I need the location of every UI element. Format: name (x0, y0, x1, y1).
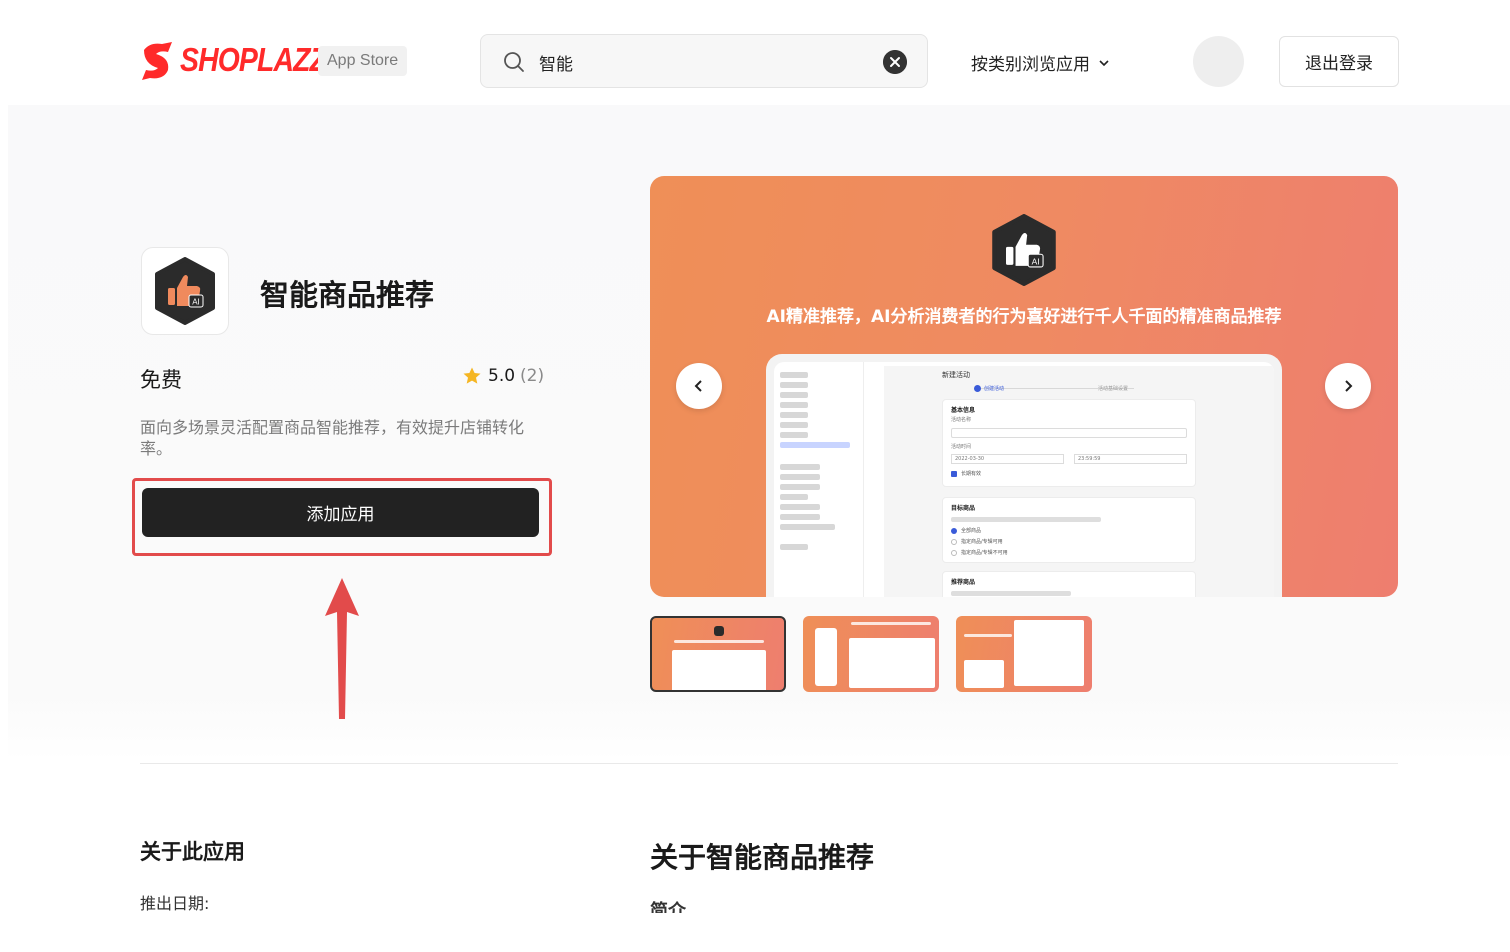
mock-field-time: 活动时间 (951, 444, 972, 450)
rating-count: (2) (520, 366, 545, 386)
add-app-button[interactable]: 添加应用 (142, 488, 539, 537)
chevron-left-icon (694, 380, 702, 392)
browse-categories-label: 按类别浏览应用 (971, 55, 1090, 75)
mock-date-value: 2022-03-30 (951, 454, 1064, 464)
star-icon (463, 367, 481, 384)
mock-radio-1: 全部商品 (961, 528, 982, 534)
carousel-thumbnail-3[interactable] (956, 616, 1092, 692)
browse-categories-dropdown[interactable]: 按类别浏览应用 (971, 50, 1110, 75)
thumbs-up-ai-icon: AI (992, 214, 1056, 286)
app-rating[interactable]: 5.0 (2) (462, 366, 544, 386)
carousel-next-button[interactable] (1325, 363, 1371, 409)
mock-card-basic: 基本信息 活动名称 活动时间 2022-03-30 23:59:59 长期有效 (942, 399, 1196, 487)
mock-step-2: 活动基础设置 (1098, 386, 1129, 392)
banner-caption: AI精准推荐，AI分析消费者的行为喜好进行千人千面的精准商品推荐 (766, 307, 1282, 327)
mock-field-name: 活动名称 (951, 417, 972, 423)
admin-mockup: 新建活动 创建活动 活动基础设置 基本信息 活动名称 活动时间 2022-03-… (766, 354, 1282, 597)
clear-search-icon[interactable] (883, 50, 907, 74)
mock-card-target: 目标商品 全部商品 指定商品/专辑可用 指定商品/专辑不可用 (942, 497, 1196, 563)
annotation-arrow-icon (325, 578, 359, 719)
mock-sidebar (774, 362, 864, 597)
mock-radio-3: 指定商品/专辑不可用 (961, 550, 1008, 556)
search-bar[interactable] (480, 34, 928, 88)
carousel-thumbnail-2[interactable] (803, 616, 939, 692)
thumbs-up-ai-icon: AI (155, 257, 215, 325)
mock-page-title: 新建活动 (942, 371, 970, 379)
svg-text:AI: AI (1032, 256, 1040, 266)
app-title: 智能商品推荐 (260, 278, 435, 312)
user-avatar[interactable] (1193, 36, 1244, 87)
mock-section-recommend: 推荐商品 (951, 579, 976, 586)
mock-checkbox-label: 长期有效 (961, 471, 982, 477)
mock-radio-2: 指定商品/专辑可用 (961, 539, 1003, 545)
top-header: SHOPLAZZA App Store 按类别浏览应用 退出登录 (0, 0, 1510, 105)
mock-card-recommend: 推荐商品 (942, 571, 1196, 597)
screenshot-carousel: AI AI精准推荐，AI分析消费者的行为喜好进行千人千面的精准商品推荐 新建活动… (650, 176, 1398, 597)
carousel-prev-button[interactable] (676, 363, 722, 409)
mock-section-target: 目标商品 (951, 505, 976, 512)
about-app-heading: 关于此应用 (140, 840, 245, 864)
about-title: 关于智能商品推荐 (650, 841, 875, 874)
search-icon (504, 52, 524, 72)
rating-score: 5.0 (488, 366, 516, 386)
carousel-thumbnail-1[interactable] (650, 616, 786, 692)
section-divider (140, 763, 1398, 764)
intro-heading: 简介 (650, 901, 686, 913)
chevron-down-icon (1099, 59, 1109, 66)
mock-content: 新建活动 创建活动 活动基础设置 基本信息 活动名称 活动时间 2022-03-… (884, 366, 1274, 597)
svg-text:AI: AI (192, 298, 200, 307)
search-input[interactable] (539, 48, 859, 76)
app-icon: AI (141, 247, 229, 335)
app-store-badge: App Store (318, 46, 408, 76)
mock-section-basic: 基本信息 (951, 407, 976, 414)
mock-step-1: 创建活动 (984, 386, 1005, 392)
chevron-right-icon (1345, 380, 1353, 392)
logout-button[interactable]: 退出登录 (1279, 36, 1399, 87)
shoplazza-logo-icon (142, 42, 172, 80)
app-description: 面向多场景灵活配置商品智能推荐，有效提升店铺转化率。 (140, 418, 525, 458)
mock-time-value: 23:59:59 (1074, 454, 1187, 464)
launch-date-label: 推出日期: (140, 894, 210, 913)
app-price: 免费 (140, 368, 182, 392)
